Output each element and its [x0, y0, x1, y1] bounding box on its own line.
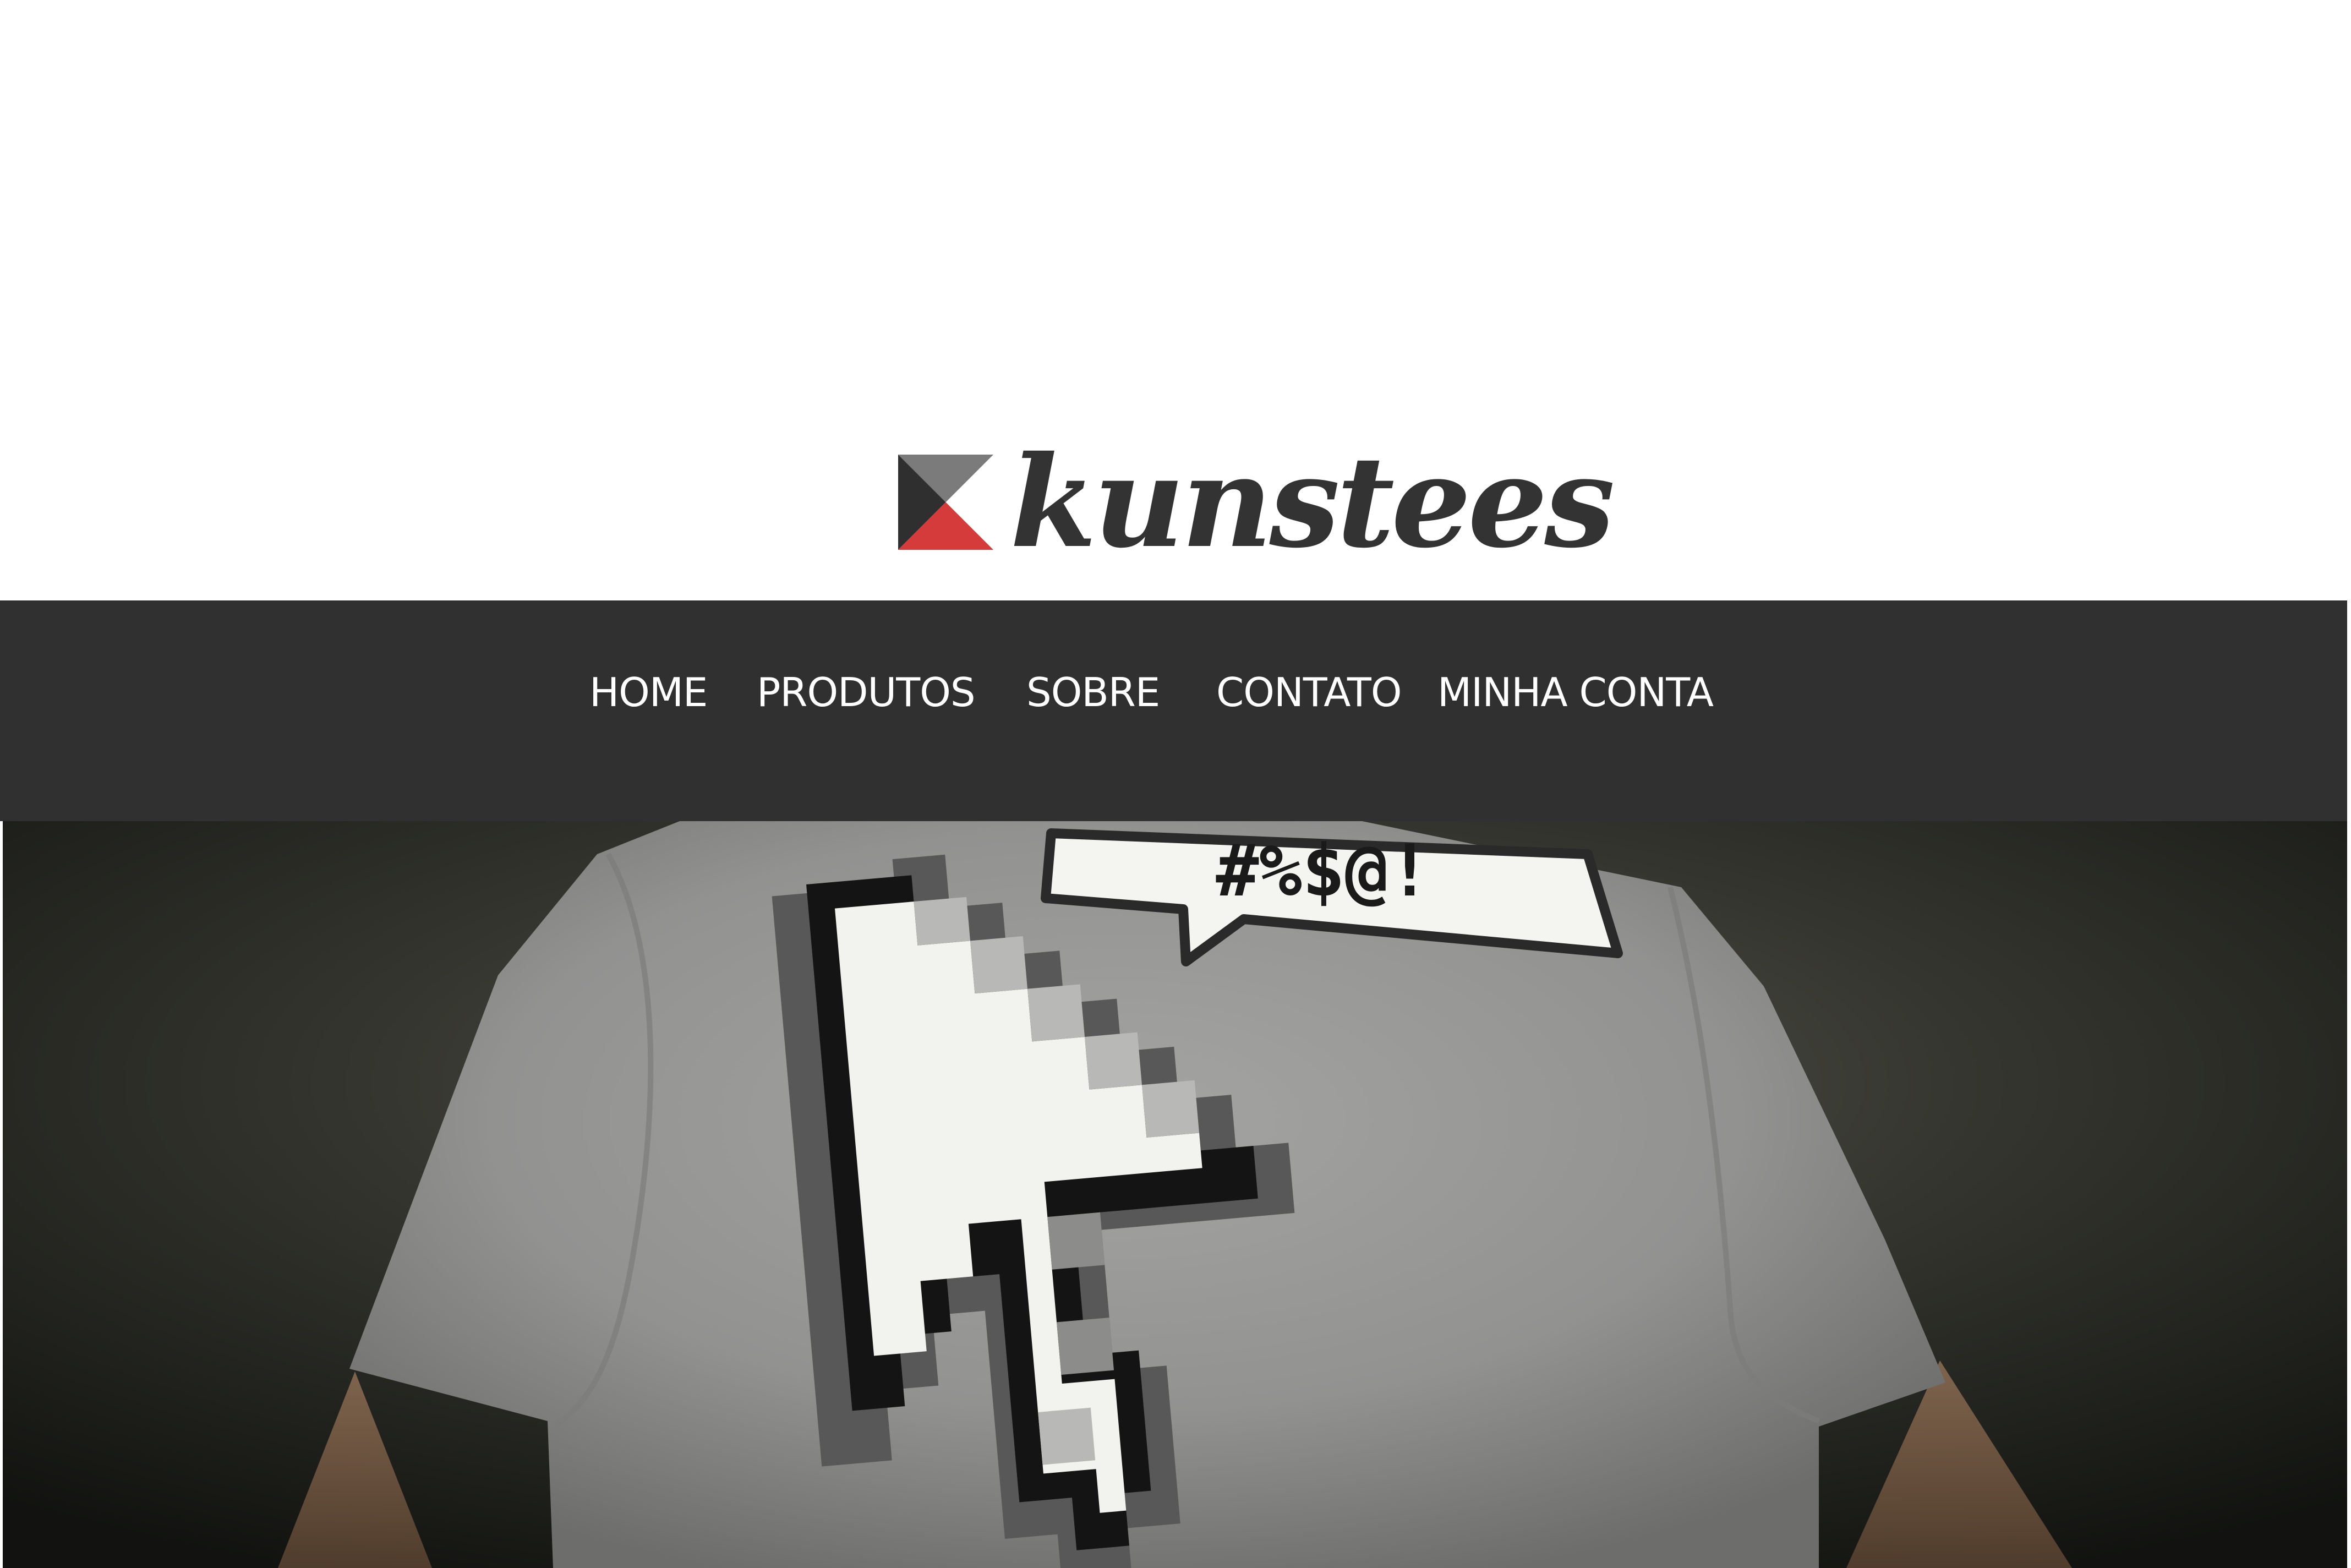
nav-item-produtos[interactable]: PRODUTOS — [757, 673, 976, 712]
svg-text:#%$@!: #%$@! — [1216, 829, 1431, 913]
nav-item-home[interactable]: HOME — [589, 673, 708, 712]
hero-tshirt-illustration: #%$@! — [3, 821, 2347, 1568]
home-logo-link[interactable]: kunstees — [898, 439, 1615, 565]
hero-image: #%$@! — [3, 821, 2347, 1568]
nav-item-minha-conta[interactable]: MINHA CONTA — [1437, 673, 1714, 712]
kunstees-logo-mark-icon — [898, 454, 993, 550]
nav-item-sobre[interactable]: SOBRE — [1026, 673, 1160, 712]
nav-item-contato[interactable]: CONTATO — [1216, 673, 1402, 712]
brand-wordmark: kunstees — [1010, 428, 1615, 576]
main-navigation: HOME PRODUTOS SOBRE CONTATO MINHA CONTA — [0, 600, 2347, 821]
site-header: kunstees — [0, 0, 2351, 600]
